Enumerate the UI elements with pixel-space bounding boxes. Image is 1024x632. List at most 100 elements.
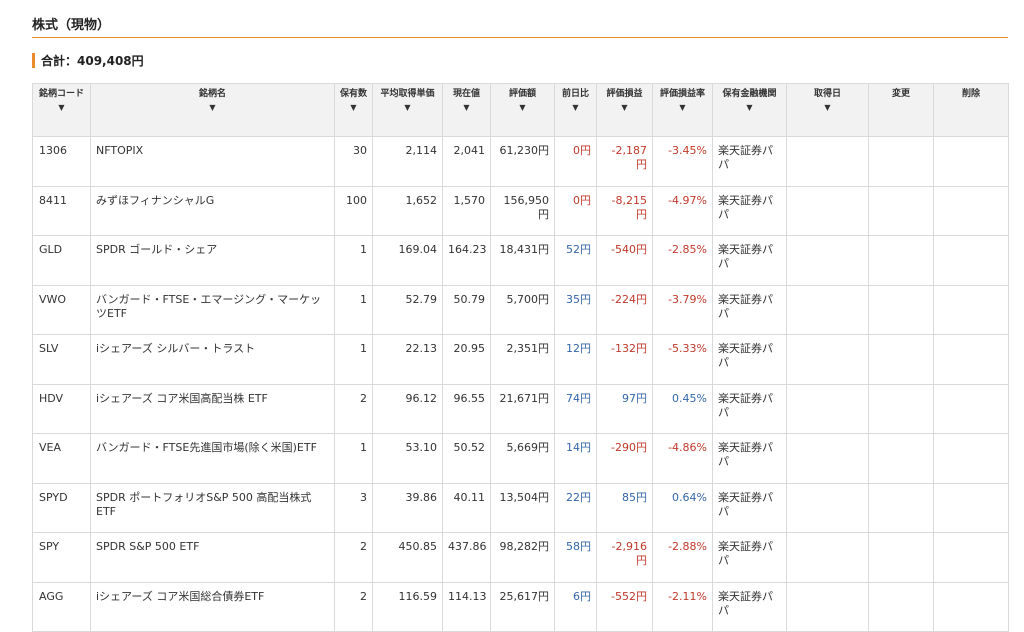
cell-avg-price: 2,114 [372, 136, 443, 187]
cell-value: 18,431円 [490, 235, 555, 286]
sort-arrow-icon[interactable]: ▼ [93, 103, 332, 112]
cell-code: GLD [32, 235, 91, 286]
cell-profit-loss-rate: -3.79% [652, 284, 713, 335]
cell-edit[interactable] [868, 433, 934, 484]
column-header-profit-loss[interactable]: 評価損益 ▼ [596, 83, 653, 137]
cell-name: SPDR ポートフォリオS&P 500 高配当株式ETF [90, 482, 335, 533]
cell-code: VEA [32, 433, 91, 484]
cell-edit[interactable] [868, 334, 934, 385]
cell-acquired-date [786, 581, 869, 632]
cell-price: 1,570 [442, 185, 491, 236]
cell-delete[interactable] [933, 383, 1009, 434]
sort-arrow-icon[interactable]: ▼ [655, 103, 710, 112]
cell-edit[interactable] [868, 136, 934, 187]
cell-price: 164.23 [442, 235, 491, 286]
column-header-label: 現在値 [452, 89, 480, 99]
cell-code: HDV [32, 383, 91, 434]
column-header-profit-loss-rate[interactable]: 評価損益率 ▼ [652, 83, 713, 137]
cell-profit-loss: -2,916円 [596, 532, 653, 583]
column-header-qty[interactable]: 保有数 ▼ [334, 83, 373, 137]
table-row: SLV iシェアーズ シルバー・トラスト 1 22.13 20.95 2,351円 12円 -… [32, 334, 1009, 385]
cell-profit-loss-rate: -5.33% [652, 334, 713, 385]
cell-edit[interactable] [868, 532, 934, 583]
cell-broker: 楽天証券パパ [712, 581, 787, 632]
cell-day-change: 0円 [554, 136, 597, 187]
cell-day-change: 0円 [554, 185, 597, 236]
sort-arrow-icon[interactable]: ▼ [715, 103, 784, 112]
cell-name: みずほフィナンシャルG [90, 185, 335, 236]
cell-code: SPY [32, 532, 91, 583]
column-header-day-change[interactable]: 前日比 ▼ [554, 83, 597, 137]
cell-quantity: 100 [334, 185, 373, 236]
cell-broker: 楽天証券パパ [712, 433, 787, 484]
cell-acquired-date [786, 235, 869, 286]
cell-edit[interactable] [868, 581, 934, 632]
table-row: AGG iシェアーズ コア米国総合債券ETF 2 116.59 114.13 25,617… [32, 581, 1009, 632]
cell-avg-price: 53.10 [372, 433, 443, 484]
column-header-label: 評価損益 [606, 89, 643, 99]
cell-edit[interactable] [868, 235, 934, 286]
cell-name: iシェアーズ コア米国総合債券ETF [90, 581, 335, 632]
cell-day-change: 12円 [554, 334, 597, 385]
cell-avg-price: 1,652 [372, 185, 443, 236]
sort-arrow-icon[interactable]: ▼ [557, 103, 594, 112]
total-label: 合計：409,408円 [41, 53, 144, 68]
column-header-label: 評価損益率 [659, 89, 705, 99]
cell-quantity: 30 [334, 136, 373, 187]
cell-broker: 楽天証券パパ [712, 334, 787, 385]
cell-delete[interactable] [933, 581, 1009, 632]
column-header-label: 銘柄名 [198, 89, 226, 99]
cell-price: 50.52 [442, 433, 491, 484]
cell-day-change: 58円 [554, 532, 597, 583]
sort-arrow-icon[interactable]: ▼ [35, 103, 88, 112]
cell-value: 5,700円 [490, 284, 555, 335]
column-header-label: 削除 [961, 89, 980, 99]
cell-broker: 楽天証券パパ [712, 383, 787, 434]
cell-acquired-date [786, 185, 869, 236]
cell-delete[interactable] [933, 136, 1009, 187]
cell-profit-loss: -2,187円 [596, 136, 653, 187]
cell-edit[interactable] [868, 482, 934, 533]
cell-delete[interactable] [933, 334, 1009, 385]
column-header-label: 平均取得単価 [380, 89, 435, 99]
cell-price: 50.79 [442, 284, 491, 335]
cell-edit[interactable] [868, 185, 934, 236]
cell-quantity: 1 [334, 433, 373, 484]
sort-arrow-icon[interactable]: ▼ [375, 103, 440, 112]
table-row: VWO バンガード・FTSE・エマージング・マーケッツETF 1 52.79 50.79… [32, 284, 1009, 335]
sort-arrow-icon[interactable]: ▼ [599, 103, 650, 112]
cell-delete[interactable] [933, 433, 1009, 484]
cell-name: NFTOPIX [90, 136, 335, 187]
cell-profit-loss: -8,215円 [596, 185, 653, 236]
column-header-value[interactable]: 評価額 ▼ [490, 83, 555, 137]
sort-arrow-icon[interactable]: ▼ [493, 103, 552, 112]
cell-edit[interactable] [868, 284, 934, 335]
cell-acquired-date [786, 334, 869, 385]
column-header-name[interactable]: 銘柄名 ▼ [90, 83, 335, 137]
cell-delete[interactable] [933, 482, 1009, 533]
column-header-label: 銘柄コード [38, 89, 84, 99]
table-row: SPYD SPDR ポートフォリオS&P 500 高配当株式ETF 3 39.86 40… [32, 482, 1009, 533]
cell-edit[interactable] [868, 383, 934, 434]
column-header-label: 評価額 [508, 89, 536, 99]
column-header-code[interactable]: 銘柄コード ▼ [32, 83, 91, 137]
cell-delete[interactable] [933, 185, 1009, 236]
column-header-broker[interactable]: 保有金融機関 ▼ [712, 83, 787, 137]
cell-broker: 楽天証券パパ [712, 284, 787, 335]
column-header-label: 取得日 [813, 89, 841, 99]
total-summary: 合計：409,408円 [32, 52, 144, 68]
section-divider [32, 37, 1008, 38]
sort-arrow-icon[interactable]: ▼ [337, 103, 370, 112]
cell-avg-price: 22.13 [372, 334, 443, 385]
cell-delete[interactable] [933, 235, 1009, 286]
column-header-avg-price[interactable]: 平均取得単価 ▼ [372, 83, 443, 137]
total-accent-bar [32, 52, 35, 68]
cell-quantity: 2 [334, 383, 373, 434]
sort-arrow-icon[interactable]: ▼ [789, 103, 866, 112]
cell-delete[interactable] [933, 284, 1009, 335]
column-header-price[interactable]: 現在値 ▼ [442, 83, 491, 137]
sort-arrow-icon[interactable]: ▼ [445, 103, 488, 112]
column-header-acquired-date[interactable]: 取得日 ▼ [786, 83, 869, 137]
cell-delete[interactable] [933, 532, 1009, 583]
cell-name: iシェアーズ コア米国高配当株 ETF [90, 383, 335, 434]
